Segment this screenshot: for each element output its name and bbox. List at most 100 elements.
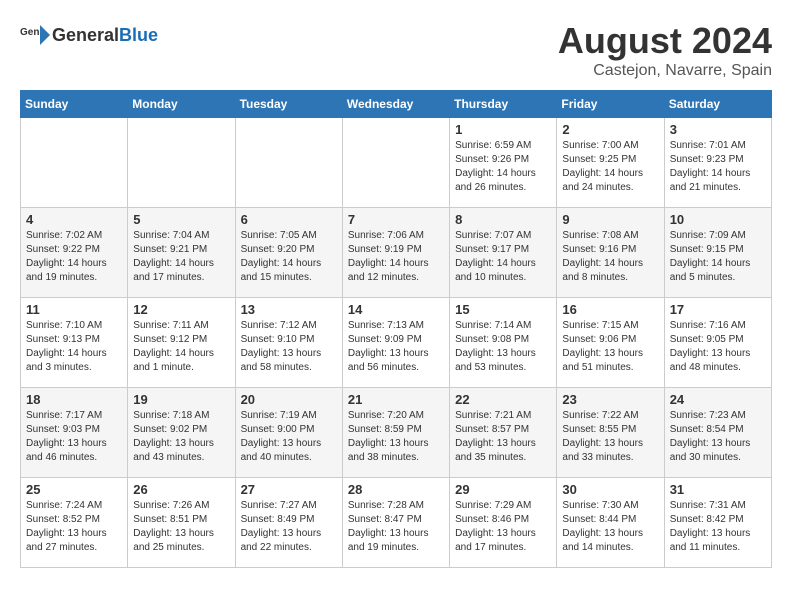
calendar-day-cell: 29 Sunrise: 7:29 AM Sunset: 8:46 PM Dayli… bbox=[450, 478, 557, 568]
calendar-day-cell: 20 Sunrise: 7:19 AM Sunset: 9:00 PM Dayli… bbox=[235, 388, 342, 478]
day-info: Sunrise: 7:31 AM Sunset: 8:42 PM Dayligh… bbox=[670, 499, 766, 555]
calendar-day-cell bbox=[342, 118, 449, 208]
day-info: Sunrise: 7:07 AM Sunset: 9:17 PM Dayligh… bbox=[455, 229, 551, 285]
calendar-day-cell: 4Sunrise: 7:02 AM Sunset: 9:22 PM Daylig… bbox=[21, 208, 128, 298]
day-info: Sunrise: 7:30 AM Sunset: 8:44 PM Dayligh… bbox=[562, 499, 658, 555]
calendar-day-cell bbox=[21, 118, 128, 208]
day-info: Sunrise: 7:08 AM Sunset: 9:16 PM Dayligh… bbox=[562, 229, 658, 285]
day-number: 14 bbox=[348, 302, 444, 317]
day-number: 22 bbox=[455, 392, 551, 407]
day-of-week-header: Friday bbox=[557, 91, 664, 118]
day-number: 15 bbox=[455, 302, 551, 317]
logo-icon: Gen bbox=[20, 20, 50, 50]
calendar-day-cell: 13Sunrise: 7:12 AM Sunset: 9:10 PM Dayli… bbox=[235, 298, 342, 388]
day-info: Sunrise: 7:29 AM Sunset: 8:46 PM Dayligh… bbox=[455, 499, 551, 555]
calendar-day-cell: 14Sunrise: 7:13 AM Sunset: 9:09 PM Dayli… bbox=[342, 298, 449, 388]
day-info: Sunrise: 7:09 AM Sunset: 9:15 PM Dayligh… bbox=[670, 229, 766, 285]
day-info: Sunrise: 7:16 AM Sunset: 9:05 PM Dayligh… bbox=[670, 319, 766, 375]
day-info: Sunrise: 7:22 AM Sunset: 8:55 PM Dayligh… bbox=[562, 409, 658, 465]
page-header: Gen GeneralBlue August 2024 Castejon, Na… bbox=[20, 20, 772, 80]
day-number: 25 bbox=[26, 482, 122, 497]
day-number: 23 bbox=[562, 392, 658, 407]
day-number: 28 bbox=[348, 482, 444, 497]
calendar-header: SundayMondayTuesdayWednesdayThursdayFrid… bbox=[21, 91, 772, 118]
day-number: 26 bbox=[133, 482, 229, 497]
day-number: 27 bbox=[241, 482, 337, 497]
day-info: Sunrise: 7:23 AM Sunset: 8:54 PM Dayligh… bbox=[670, 409, 766, 465]
calendar-day-cell: 21 Sunrise: 7:20 AM Sunset: 8:59 PM Dayli… bbox=[342, 388, 449, 478]
day-number: 20 bbox=[241, 392, 337, 407]
calendar-week-row: 4Sunrise: 7:02 AM Sunset: 9:22 PM Daylig… bbox=[21, 208, 772, 298]
day-info: Sunrise: 7:15 AM Sunset: 9:06 PM Dayligh… bbox=[562, 319, 658, 375]
day-number: 10 bbox=[670, 212, 766, 227]
logo: Gen GeneralBlue bbox=[20, 20, 158, 50]
day-of-week-header: Wednesday bbox=[342, 91, 449, 118]
month-title: August 2024 bbox=[558, 20, 772, 62]
day-of-week-header: Sunday bbox=[21, 91, 128, 118]
location-title: Castejon, Navarre, Spain bbox=[558, 62, 772, 80]
logo-text-blue: Blue bbox=[119, 25, 158, 45]
day-number: 19 bbox=[133, 392, 229, 407]
day-info: Sunrise: 7:28 AM Sunset: 8:47 PM Dayligh… bbox=[348, 499, 444, 555]
day-number: 21 bbox=[348, 392, 444, 407]
calendar-day-cell: 1Sunrise: 6:59 AM Sunset: 9:26 PM Daylig… bbox=[450, 118, 557, 208]
calendar-day-cell: 2Sunrise: 7:00 AM Sunset: 9:25 PM Daylig… bbox=[557, 118, 664, 208]
calendar-week-row: 18Sunrise: 7:17 AM Sunset: 9:03 PM Dayli… bbox=[21, 388, 772, 478]
calendar-day-cell: 31 Sunrise: 7:31 AM Sunset: 8:42 PM Dayli… bbox=[664, 478, 771, 568]
day-number: 1 bbox=[455, 122, 551, 137]
day-info: Sunrise: 7:24 AM Sunset: 8:52 PM Dayligh… bbox=[26, 499, 122, 555]
day-number: 8 bbox=[455, 212, 551, 227]
day-of-week-header: Saturday bbox=[664, 91, 771, 118]
day-number: 12 bbox=[133, 302, 229, 317]
calendar-day-cell: 16 Sunrise: 7:15 AM Sunset: 9:06 PM Dayli… bbox=[557, 298, 664, 388]
day-info: Sunrise: 7:12 AM Sunset: 9:10 PM Dayligh… bbox=[241, 319, 337, 375]
calendar-day-cell: 19 Sunrise: 7:18 AM Sunset: 9:02 PM Dayli… bbox=[128, 388, 235, 478]
day-info: Sunrise: 7:19 AM Sunset: 9:00 PM Dayligh… bbox=[241, 409, 337, 465]
logo-text-general: General bbox=[52, 25, 119, 45]
day-number: 6 bbox=[241, 212, 337, 227]
day-info: Sunrise: 7:18 AM Sunset: 9:02 PM Dayligh… bbox=[133, 409, 229, 465]
day-number: 9 bbox=[562, 212, 658, 227]
day-info: Sunrise: 7:04 AM Sunset: 9:21 PM Dayligh… bbox=[133, 229, 229, 285]
svg-text:Gen: Gen bbox=[20, 27, 39, 38]
day-info: Sunrise: 7:21 AM Sunset: 8:57 PM Dayligh… bbox=[455, 409, 551, 465]
day-info: Sunrise: 7:11 AM Sunset: 9:12 PM Dayligh… bbox=[133, 319, 229, 375]
calendar-day-cell: 28 Sunrise: 7:28 AM Sunset: 8:47 PM Dayli… bbox=[342, 478, 449, 568]
calendar-week-row: 25 Sunrise: 7:24 AM Sunset: 8:52 PM Dayli… bbox=[21, 478, 772, 568]
calendar-day-cell: 18Sunrise: 7:17 AM Sunset: 9:03 PM Dayli… bbox=[21, 388, 128, 478]
title-area: August 2024 Castejon, Navarre, Spain bbox=[558, 20, 772, 80]
calendar-day-cell: 22 Sunrise: 7:21 AM Sunset: 8:57 PM Dayli… bbox=[450, 388, 557, 478]
day-number: 17 bbox=[670, 302, 766, 317]
day-number: 7 bbox=[348, 212, 444, 227]
day-info: Sunrise: 7:27 AM Sunset: 8:49 PM Dayligh… bbox=[241, 499, 337, 555]
calendar-day-cell: 5Sunrise: 7:04 AM Sunset: 9:21 PM Daylig… bbox=[128, 208, 235, 298]
calendar-day-cell bbox=[128, 118, 235, 208]
day-number: 31 bbox=[670, 482, 766, 497]
day-number: 30 bbox=[562, 482, 658, 497]
day-of-week-header: Tuesday bbox=[235, 91, 342, 118]
day-info: Sunrise: 7:06 AM Sunset: 9:19 PM Dayligh… bbox=[348, 229, 444, 285]
day-info: Sunrise: 7:10 AM Sunset: 9:13 PM Dayligh… bbox=[26, 319, 122, 375]
day-info: Sunrise: 7:02 AM Sunset: 9:22 PM Dayligh… bbox=[26, 229, 122, 285]
day-info: Sunrise: 7:05 AM Sunset: 9:20 PM Dayligh… bbox=[241, 229, 337, 285]
day-info: Sunrise: 7:01 AM Sunset: 9:23 PM Dayligh… bbox=[670, 139, 766, 195]
day-of-week-header: Thursday bbox=[450, 91, 557, 118]
calendar-week-row: 1Sunrise: 6:59 AM Sunset: 9:26 PM Daylig… bbox=[21, 118, 772, 208]
calendar-table: SundayMondayTuesdayWednesdayThursdayFrid… bbox=[20, 90, 772, 568]
day-info: Sunrise: 7:20 AM Sunset: 8:59 PM Dayligh… bbox=[348, 409, 444, 465]
day-info: Sunrise: 7:14 AM Sunset: 9:08 PM Dayligh… bbox=[455, 319, 551, 375]
calendar-day-cell: 9 Sunrise: 7:08 AM Sunset: 9:16 PM Daylig… bbox=[557, 208, 664, 298]
day-number: 24 bbox=[670, 392, 766, 407]
calendar-day-cell: 6 Sunrise: 7:05 AM Sunset: 9:20 PM Daylig… bbox=[235, 208, 342, 298]
calendar-day-cell: 3Sunrise: 7:01 AM Sunset: 9:23 PM Daylig… bbox=[664, 118, 771, 208]
calendar-day-cell: 25 Sunrise: 7:24 AM Sunset: 8:52 PM Dayli… bbox=[21, 478, 128, 568]
day-of-week-header: Monday bbox=[128, 91, 235, 118]
day-number: 16 bbox=[562, 302, 658, 317]
calendar-day-cell: 24 Sunrise: 7:23 AM Sunset: 8:54 PM Dayli… bbox=[664, 388, 771, 478]
day-number: 29 bbox=[455, 482, 551, 497]
day-info: Sunrise: 7:00 AM Sunset: 9:25 PM Dayligh… bbox=[562, 139, 658, 195]
calendar-day-cell: 23 Sunrise: 7:22 AM Sunset: 8:55 PM Dayli… bbox=[557, 388, 664, 478]
day-info: Sunrise: 7:26 AM Sunset: 8:51 PM Dayligh… bbox=[133, 499, 229, 555]
calendar-body: 1Sunrise: 6:59 AM Sunset: 9:26 PM Daylig… bbox=[21, 118, 772, 568]
day-info: Sunrise: 7:17 AM Sunset: 9:03 PM Dayligh… bbox=[26, 409, 122, 465]
